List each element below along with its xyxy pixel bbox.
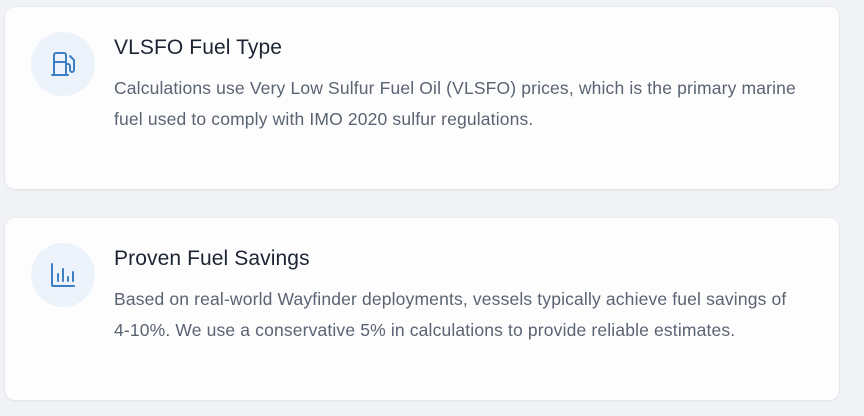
fuel-pump-icon bbox=[51, 52, 75, 76]
fuel-icon-badge bbox=[31, 32, 95, 96]
info-card-fuel-type: VLSFO Fuel Type Calculations use Very Lo… bbox=[5, 7, 839, 189]
card-description: Calculations use Very Low Sulfur Fuel Oi… bbox=[114, 78, 796, 129]
card-description: Based on real-world Wayfinder deployment… bbox=[114, 289, 787, 340]
card-title: VLSFO Fuel Type bbox=[114, 36, 283, 59]
info-card-fuel-savings: Proven Fuel Savings Based on real-world … bbox=[5, 218, 839, 400]
chart-icon-badge bbox=[31, 243, 95, 307]
bar-chart-icon bbox=[51, 263, 75, 287]
card-title: Proven Fuel Savings bbox=[114, 247, 310, 270]
